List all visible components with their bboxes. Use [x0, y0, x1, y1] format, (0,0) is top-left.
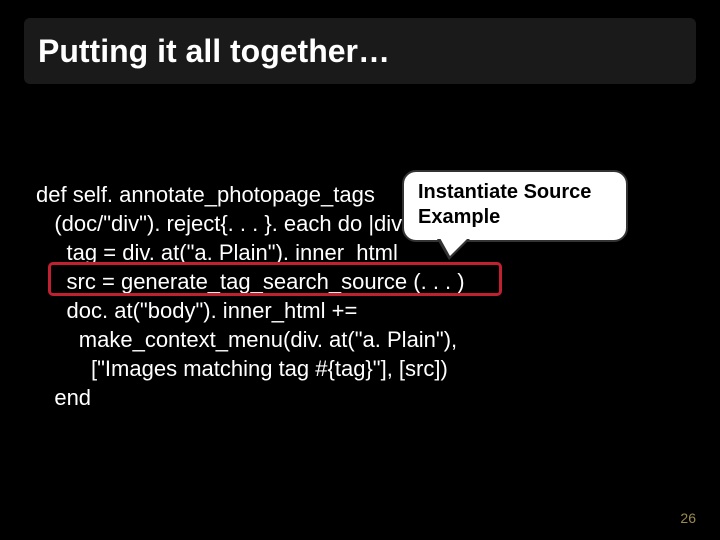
- code-line: def self. annotate_photopage_tags: [36, 182, 375, 207]
- page-number: 26: [680, 510, 696, 526]
- code-line: (doc/"div"). reject{. . . }. each do |di…: [36, 211, 408, 236]
- callout-bubble: Instantiate Source Example: [402, 170, 628, 242]
- code-line: tag = div. at("a. Plain"). inner_html: [36, 240, 398, 265]
- slide-title: Putting it all together…: [38, 33, 390, 70]
- callout-line1: Instantiate Source: [418, 180, 612, 205]
- code-line: make_context_menu(div. at("a. Plain"),: [36, 327, 457, 352]
- code-line: src = generate_tag_search_source (. . . …: [36, 269, 465, 294]
- title-bar: Putting it all together…: [24, 18, 696, 84]
- code-block: def self. annotate_photopage_tags (doc/"…: [36, 180, 465, 412]
- code-line: doc. at("body"). inner_html +=: [36, 298, 357, 323]
- callout-line2: Example: [418, 205, 612, 230]
- code-line: end: [36, 385, 91, 410]
- code-line: ["Images matching tag #{tag}"], [src]): [36, 356, 448, 381]
